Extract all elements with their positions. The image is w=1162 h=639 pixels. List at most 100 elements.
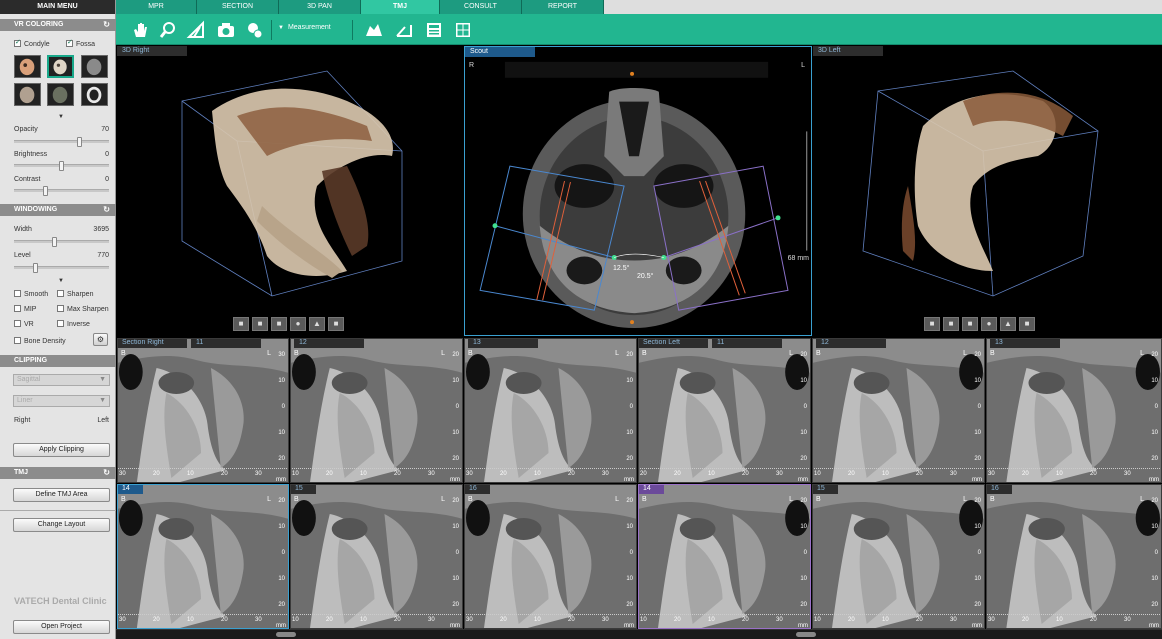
view-top-icon[interactable]: ● bbox=[981, 317, 997, 331]
vr-coloring-header[interactable]: VR COLORING ↻ bbox=[0, 19, 116, 31]
viewport-3d-right[interactable]: 3D Right ■ ■ ■ ● ▲ ■ bbox=[117, 46, 463, 336]
mip-checkbox[interactable] bbox=[14, 305, 21, 312]
section-tile[interactable]: 12 B L 20 10 0 10 20 10 20 10 20 30 mm bbox=[812, 338, 985, 483]
vr-preset-6[interactable] bbox=[81, 83, 108, 106]
expand-arrow-icon[interactable]: ▼ bbox=[58, 114, 64, 120]
layout-grid-icon[interactable] bbox=[453, 20, 473, 40]
inverse-option[interactable]: Inverse bbox=[57, 320, 109, 328]
zoom-icon[interactable] bbox=[158, 20, 178, 40]
brightness-slider-handle[interactable] bbox=[59, 161, 64, 171]
tmj-skull-icon[interactable] bbox=[364, 20, 384, 40]
level-slider-handle[interactable] bbox=[33, 263, 38, 273]
contrast-slider[interactable] bbox=[14, 186, 109, 196]
sharpen-checkbox[interactable] bbox=[57, 290, 64, 297]
inverse-checkbox[interactable] bbox=[57, 320, 64, 327]
bone-density-checkbox[interactable] bbox=[14, 337, 21, 344]
ruler-tick-label: 10 bbox=[708, 471, 715, 477]
change-layout-button[interactable]: Change Layout bbox=[13, 518, 110, 532]
settings-gear-icon[interactable]: ⚙ bbox=[93, 333, 108, 346]
level-slider[interactable] bbox=[14, 263, 109, 273]
section-tile[interactable]: 15 B L 20 10 0 10 20 10 20 10 20 30 mm bbox=[290, 484, 463, 629]
view-right-icon[interactable]: ■ bbox=[233, 317, 249, 331]
tab-section[interactable]: SECTION bbox=[197, 0, 279, 14]
scrollbar-thumb-left[interactable] bbox=[796, 632, 816, 637]
width-slider-handle[interactable] bbox=[52, 237, 57, 247]
apply-clipping-button[interactable]: Apply Clipping bbox=[13, 443, 110, 457]
scale-tick-label: 20 bbox=[278, 602, 285, 608]
opacity-slider[interactable] bbox=[14, 137, 109, 147]
measurement-dropdown[interactable]: ▼ Measurement bbox=[278, 24, 331, 31]
section-tile[interactable]: Section Right 11 B L 30 10 0 10 20 30 20 10 20 30 mm bbox=[117, 338, 289, 483]
contrast-value: 0 bbox=[105, 176, 109, 183]
section-tile[interactable]: 14 B L 20 10 0 10 20 30 20 10 20 30 mm bbox=[117, 484, 289, 629]
refresh-icon[interactable]: ↻ bbox=[103, 19, 110, 31]
expand-arrow-icon[interactable]: ▼ bbox=[58, 278, 64, 284]
section-tile[interactable]: 15 B L 20 10 0 10 20 10 20 10 20 30 mm bbox=[812, 484, 985, 629]
viewport-scout[interactable]: Scout R L 12.5° 20.5° 68 mm bbox=[464, 46, 812, 336]
pan-hand-icon[interactable] bbox=[130, 20, 150, 40]
slice-number: 13 bbox=[468, 338, 538, 348]
max-sharpen-checkbox[interactable] bbox=[57, 305, 64, 312]
sharpen-option[interactable]: Sharpen bbox=[57, 290, 109, 298]
windowing-icon[interactable] bbox=[186, 20, 206, 40]
view-right-icon[interactable]: ■ bbox=[924, 317, 940, 331]
section-tile[interactable]: 13 B L 20 10 0 10 20 30 20 10 20 30 mm bbox=[464, 338, 637, 483]
section-tile[interactable]: 16 B L 20 10 0 10 20 30 20 10 20 30 mm bbox=[464, 484, 637, 629]
camera-icon[interactable] bbox=[216, 20, 236, 40]
define-tmj-area-button[interactable]: Define TMJ Area bbox=[13, 488, 110, 502]
vr-preset-3[interactable] bbox=[81, 55, 108, 78]
main-menu-button[interactable]: MAIN MENU bbox=[0, 0, 115, 14]
max-sharpen-option[interactable]: Max Sharpen bbox=[57, 305, 109, 313]
tile-label: 14 bbox=[117, 484, 143, 494]
clipping-header[interactable]: CLIPPING bbox=[0, 355, 116, 367]
view-left-icon[interactable]: ■ bbox=[962, 317, 978, 331]
tab-report[interactable]: REPORT bbox=[522, 0, 604, 14]
view-left-icon[interactable]: ■ bbox=[271, 317, 287, 331]
clipping-mode-select[interactable]: Liner ▼ bbox=[13, 395, 110, 407]
view-front-icon[interactable]: ■ bbox=[252, 317, 268, 331]
section-tile[interactable]: 12 B L 20 10 0 10 20 10 20 10 20 30 mm bbox=[290, 338, 463, 483]
view-bottom-icon[interactable]: ▲ bbox=[1000, 317, 1016, 331]
ruler-tick-label: 20 bbox=[500, 617, 507, 623]
windowing-header[interactable]: WINDOWING ↻ bbox=[0, 204, 116, 216]
tab-mpr[interactable]: MPR bbox=[116, 0, 197, 14]
tab-3d-pan[interactable]: 3D PAN bbox=[279, 0, 361, 14]
refresh-icon[interactable]: ↻ bbox=[103, 204, 110, 216]
view-bottom-icon[interactable]: ▲ bbox=[309, 317, 325, 331]
vr-preset-2[interactable] bbox=[47, 55, 74, 78]
refresh-icon[interactable]: ↻ bbox=[103, 467, 110, 479]
vr-preset-4[interactable] bbox=[14, 83, 41, 106]
view-front-icon[interactable]: ■ bbox=[943, 317, 959, 331]
view-back-icon[interactable]: ■ bbox=[328, 317, 344, 331]
view-top-icon[interactable]: ● bbox=[290, 317, 306, 331]
section-tile[interactable]: 14 B L 20 10 0 10 20 10 20 10 20 30 mm bbox=[638, 484, 811, 629]
vr-checkbox[interactable] bbox=[14, 320, 21, 327]
viewport-3d-left[interactable]: 3D Left ■ ■ ■ ● ▲ ■ bbox=[813, 46, 1162, 336]
contrast-slider-handle[interactable] bbox=[43, 186, 48, 196]
section-tile[interactable]: Section Left 11 B L 20 10 0 10 20 20 20 10 20 30 mm bbox=[638, 338, 811, 483]
slice-scrollbar[interactable] bbox=[116, 629, 1162, 639]
condyle-checkbox[interactable] bbox=[14, 40, 21, 47]
angle-tool-icon[interactable] bbox=[394, 20, 414, 40]
opacity-slider-handle[interactable] bbox=[77, 137, 82, 147]
tab-consult[interactable]: CONSULT bbox=[440, 0, 522, 14]
view-back-icon[interactable]: ■ bbox=[1019, 317, 1035, 331]
fossa-checkbox[interactable] bbox=[66, 40, 73, 47]
scrollbar-thumb-right[interactable] bbox=[276, 632, 296, 637]
tile-label: 16 bbox=[986, 484, 1012, 494]
reset-view-icon[interactable] bbox=[244, 20, 264, 40]
width-slider[interactable] bbox=[14, 237, 109, 247]
smooth-checkbox[interactable] bbox=[14, 290, 21, 297]
open-project-button[interactable]: Open Project bbox=[13, 620, 110, 634]
tab-tmj[interactable]: TMJ bbox=[361, 0, 440, 14]
layout-list-icon[interactable] bbox=[424, 20, 444, 40]
condyle-label: Condyle bbox=[24, 41, 50, 48]
tmj-header[interactable]: TMJ ↻ bbox=[0, 467, 116, 479]
brightness-slider[interactable] bbox=[14, 161, 109, 171]
clipping-plane-select[interactable]: Sagittal ▼ bbox=[13, 374, 110, 386]
vr-preset-5[interactable] bbox=[47, 83, 74, 106]
fossa-option[interactable]: Fossa bbox=[66, 40, 95, 48]
vr-preset-1[interactable] bbox=[14, 55, 41, 78]
section-tile[interactable]: 16 B L 20 10 0 10 20 30 20 10 20 30 mm bbox=[986, 484, 1162, 629]
section-tile[interactable]: 13 B L 20 10 0 10 20 30 20 10 20 30 mm bbox=[986, 338, 1162, 483]
